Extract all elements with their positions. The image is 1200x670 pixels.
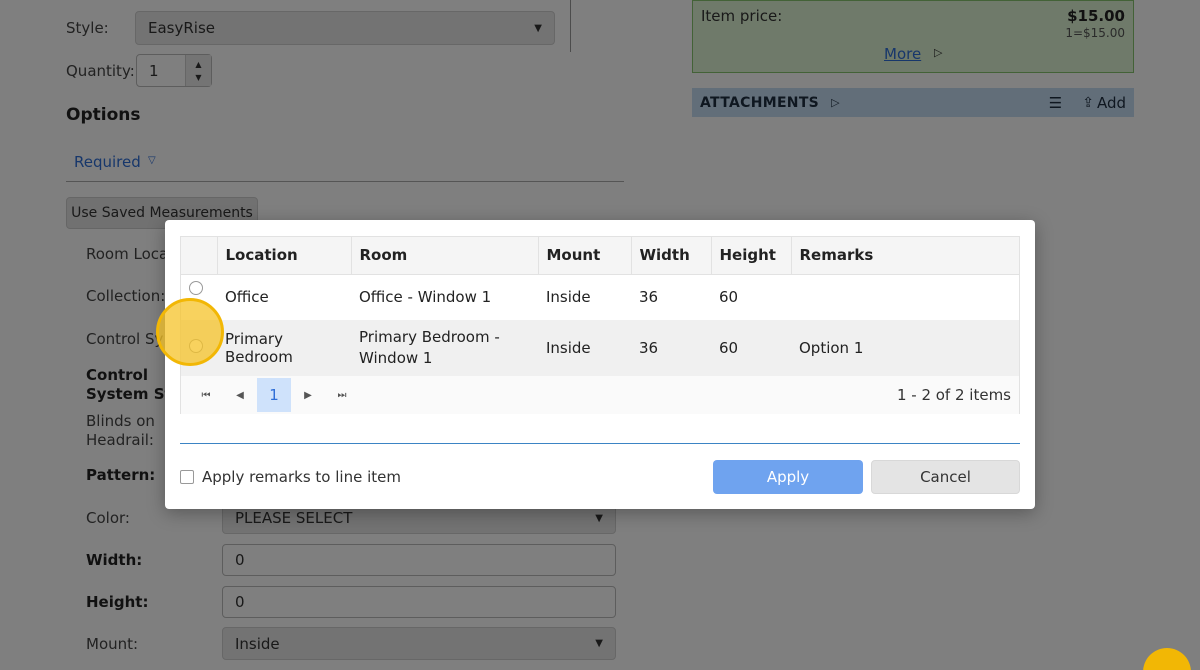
location-cell: Primary Bedroom (217, 320, 351, 377)
mount-cell: Inside (538, 320, 631, 377)
column-header-mount[interactable]: Mount (538, 237, 632, 275)
remarks-cell (791, 274, 1019, 321)
click-highlight (156, 298, 224, 366)
column-header-room[interactable]: Room (351, 237, 539, 275)
room-cell: Primary Bedroom - Window 1 (351, 320, 538, 377)
pager-info: 1 - 2 of 2 items (896, 386, 1011, 404)
page-number-button[interactable]: 1 (257, 378, 291, 412)
width-cell: 36 (631, 274, 711, 321)
select-column-header (181, 237, 218, 275)
table-header-row: Location Room Mount Width Height Remarks (181, 237, 1019, 275)
saved-measurements-dialog: Location Room Mount Width Height Remarks… (165, 220, 1035, 509)
dialog-divider (180, 443, 1020, 444)
previous-page-icon[interactable]: ◀ (223, 378, 257, 412)
mount-cell: Inside (538, 274, 631, 321)
next-page-icon[interactable]: ▶ (291, 378, 325, 412)
first-page-icon[interactable]: ⏮ (189, 378, 223, 412)
height-cell: 60 (711, 274, 791, 321)
height-cell: 60 (711, 320, 791, 377)
row-radio[interactable] (189, 280, 203, 295)
table-row[interactable]: Primary Bedroom Primary Bedroom - Window… (181, 320, 1019, 377)
measurements-grid: Location Room Mount Width Height Remarks… (180, 236, 1020, 414)
measurements-table: Location Room Mount Width Height Remarks… (181, 237, 1019, 377)
width-cell: 36 (631, 320, 711, 377)
location-cell: Office (217, 274, 351, 321)
apply-remarks-checkbox[interactable] (180, 470, 194, 484)
apply-button[interactable]: Apply (713, 460, 863, 494)
column-header-location[interactable]: Location (217, 237, 352, 275)
column-header-width[interactable]: Width (631, 237, 712, 275)
column-header-remarks[interactable]: Remarks (791, 237, 1019, 275)
grid-pager: ⏮ ◀ 1 ▶ ⏭ 1 - 2 of 2 items (181, 376, 1019, 414)
room-cell: Office - Window 1 (351, 274, 538, 321)
table-row[interactable]: Office Office - Window 1 Inside 36 60 (181, 274, 1019, 321)
column-header-height[interactable]: Height (711, 237, 792, 275)
apply-remarks-label[interactable]: Apply remarks to line item (202, 468, 401, 486)
remarks-cell: Option 1 (791, 320, 1019, 377)
last-page-icon[interactable]: ⏭ (325, 378, 359, 412)
cancel-button[interactable]: Cancel (871, 460, 1020, 494)
